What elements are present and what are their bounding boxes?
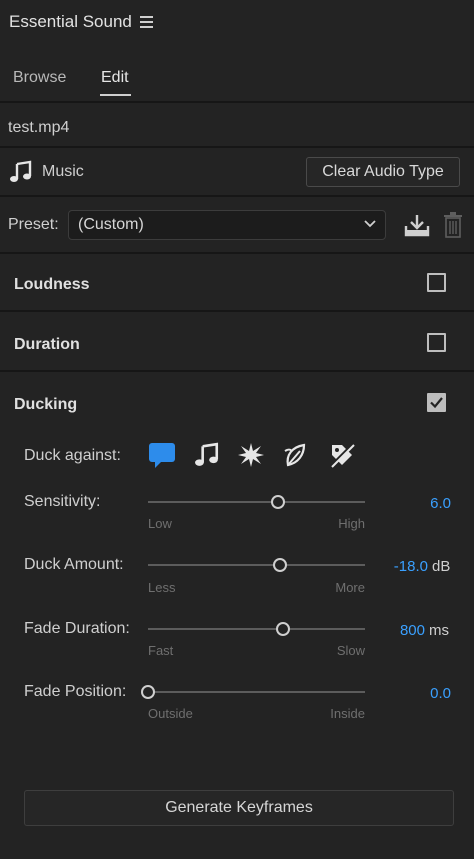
section-duration-title: Duration <box>14 336 80 353</box>
fade-duration-low-label: Fast <box>148 643 174 658</box>
clear-audio-type-button[interactable]: Clear Audio Type <box>306 157 460 187</box>
divider <box>0 101 474 103</box>
divider <box>0 310 474 312</box>
hamburger-menu-icon[interactable] <box>140 16 153 28</box>
fade-duration-unit: ms <box>429 622 449 639</box>
dialogue-icon <box>149 443 175 468</box>
tab-browse[interactable]: Browse <box>13 69 66 87</box>
duration-checkbox[interactable] <box>427 333 446 352</box>
duck-amount-unit: dB <box>432 558 451 575</box>
duck-against-dialogue-button[interactable] <box>146 439 178 471</box>
fade-duration-slider-knob[interactable] <box>275 622 290 636</box>
active-tab-indicator <box>100 94 131 96</box>
ambience-icon <box>284 443 306 467</box>
divider <box>0 370 474 372</box>
fade-duration-value[interactable]: 800 <box>370 622 425 639</box>
duck-against-unassigned-button[interactable] <box>326 439 358 471</box>
section-loudness-title: Loudness <box>14 276 90 293</box>
duck-against-music-button[interactable] <box>191 439 223 471</box>
fade-position-low-label: Outside <box>148 706 193 721</box>
duck-amount-slider-knob[interactable] <box>273 558 288 572</box>
music-icon <box>195 442 219 466</box>
sensitivity-slider-track[interactable] <box>148 501 365 503</box>
sfx-icon <box>238 443 264 467</box>
section-ducking-title: Ducking <box>14 396 78 413</box>
divider <box>0 146 474 148</box>
duck-amount-low-label: Less <box>148 580 176 595</box>
duck-amount-high-label: More <box>335 580 365 595</box>
sensitivity-high-label: High <box>338 516 365 531</box>
sensitivity-low-label: Low <box>148 516 172 531</box>
fade-position-label: Fade Position: <box>24 683 127 700</box>
duck-against-label: Duck against: <box>24 447 121 464</box>
fade-duration-label: Fade Duration: <box>24 620 130 637</box>
duck-against-ambience-button[interactable] <box>280 439 312 471</box>
save-preset-icon[interactable] <box>404 212 430 238</box>
divider <box>0 252 474 254</box>
clip-filename: test.mp4 <box>8 119 70 136</box>
music-note-icon <box>9 160 33 184</box>
sensitivity-value[interactable]: 6.0 <box>380 495 451 512</box>
duck-amount-label: Duck Amount: <box>24 556 124 573</box>
fade-duration-high-label: Slow <box>336 643 365 658</box>
duck-amount-slider-track[interactable] <box>148 564 365 566</box>
fade-position-value[interactable]: 0.0 <box>380 685 451 702</box>
sensitivity-label: Sensitivity: <box>24 493 101 510</box>
fade-position-slider-track[interactable] <box>148 691 365 693</box>
divider <box>0 195 474 197</box>
fade-duration-slider-track[interactable] <box>148 628 365 630</box>
fade-position-high-label: Inside <box>330 706 365 721</box>
generate-keyframes-button[interactable]: Generate Keyframes <box>24 790 454 826</box>
tab-edit[interactable]: Edit <box>101 69 129 87</box>
panel-title: Essential Sound <box>9 12 132 31</box>
preset-value: (Custom) <box>78 216 144 233</box>
chevron-down-icon <box>364 220 376 228</box>
unassigned-icon <box>329 442 355 468</box>
ducking-checkbox[interactable] <box>427 393 446 412</box>
duck-amount-value[interactable]: -18.0 <box>370 558 428 575</box>
preset-label: Preset: <box>8 216 59 233</box>
sensitivity-slider-knob[interactable] <box>271 495 286 509</box>
audio-type-label: Music <box>42 163 84 180</box>
loudness-checkbox[interactable] <box>427 273 446 292</box>
preset-dropdown[interactable]: (Custom) <box>68 210 386 240</box>
fade-position-slider-knob[interactable] <box>141 685 155 699</box>
delete-preset-icon[interactable] <box>443 212 463 238</box>
duck-against-sfx-button[interactable] <box>235 439 267 471</box>
checkmark-icon <box>430 397 443 409</box>
